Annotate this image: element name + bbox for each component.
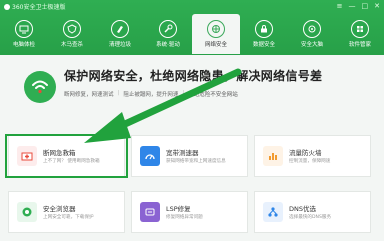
- main-nav: 电脑体检 木马查杀 清理垃圾 系统·驱动 网络安全 数据安全 安全大脑 软件管家: [0, 14, 384, 54]
- card-title: 宽带测速器: [166, 149, 199, 157]
- nav-item-security-brain[interactable]: 安全大脑: [288, 14, 336, 54]
- nav-item-data-security[interactable]: 数据安全: [240, 14, 288, 54]
- nav-label: 系统·驱动: [156, 42, 180, 48]
- hero-tag: 杜绝危险不安全网站: [188, 92, 238, 98]
- minimize-icon[interactable]: —: [349, 2, 356, 10]
- card-bandwidth-test[interactable]: 宽带测速器 获知网络带宽和上网速度信息: [131, 135, 248, 177]
- window-controls: ≡ — □ ✕: [337, 2, 380, 10]
- page-title: 保护网络安全，杜绝网络隐患，解决网络信号差: [64, 69, 323, 83]
- card-title: LSP修复: [166, 205, 191, 213]
- hero-tag: 断网修复，网速测试: [64, 92, 114, 98]
- card-title: 流量防火墙: [289, 149, 322, 157]
- speedometer-icon: [140, 146, 160, 166]
- nav-label: 电脑体检: [12, 42, 35, 48]
- card-secure-browser[interactable]: 安全浏览器 上网安全可靠，下载保护: [8, 191, 125, 233]
- menu-icon[interactable]: ≡: [337, 2, 343, 10]
- card-desc: 修复网络异常问题: [166, 215, 203, 220]
- nav-label: 木马查杀: [60, 42, 83, 48]
- shield-icon: [63, 20, 81, 38]
- browser-icon: [17, 202, 37, 222]
- card-desc: 获知网络带宽和上网速度信息: [166, 159, 226, 164]
- card-desc: 选择最快的DNS服务: [289, 215, 332, 220]
- network-icon: [207, 20, 225, 38]
- chart-icon: [263, 146, 283, 166]
- hero-tags: 断网修复，网速测试 | 阻止被蹭网，提升网速 | 杜绝危险不安全网站: [64, 90, 238, 98]
- card-title: DNS优选: [289, 205, 316, 213]
- divider: |: [117, 90, 120, 96]
- monitor-check-icon: [15, 20, 33, 38]
- nav-label: 软件管家: [348, 42, 371, 48]
- top-header: 360安全卫士极速版 ≡ — □ ✕ 电脑体检 木马查杀 清理垃圾 系统·驱动 …: [0, 0, 384, 55]
- grid-apps-icon: [351, 20, 369, 38]
- app-title: 360安全卫士极速版: [4, 2, 65, 11]
- nav-label: 安全大脑: [300, 42, 323, 48]
- app-logo-icon: [4, 3, 10, 10]
- wrench-icon: [159, 20, 177, 38]
- card-desc: 控制流量，保障网速: [289, 159, 331, 164]
- nav-label: 数据安全: [252, 42, 275, 48]
- card-dns-optimize[interactable]: DNS优选 选择最快的DNS服务: [254, 191, 371, 233]
- nav-label: 网络安全: [204, 42, 227, 48]
- card-desc: 上网安全可靠，下载保护: [43, 215, 94, 220]
- wifi-icon: [24, 71, 56, 103]
- card-traffic-firewall[interactable]: 流量防火墙 控制流量，保障网速: [254, 135, 371, 177]
- data-lock-icon: [255, 20, 273, 38]
- nav-item-cleanup[interactable]: 清理垃圾: [96, 14, 144, 54]
- dns-icon: [263, 202, 283, 222]
- close-icon[interactable]: ✕: [374, 2, 380, 10]
- repair-icon: [140, 202, 160, 222]
- hero-tag: 阻止被蹭网，提升网速: [123, 92, 179, 98]
- hero-banner: 保护网络安全，杜绝网络隐患，解决网络信号差 断网修复，网速测试 | 阻止被蹭网，…: [12, 59, 372, 119]
- maximize-icon[interactable]: □: [362, 2, 369, 10]
- card-lsp-repair[interactable]: LSP修复 修复网络异常问题: [131, 191, 248, 233]
- nav-item-network-security[interactable]: 网络安全: [192, 14, 240, 54]
- highlight-box: [5, 134, 128, 178]
- card-title: 安全浏览器: [43, 205, 76, 213]
- nav-item-pc-checkup[interactable]: 电脑体检: [0, 14, 48, 54]
- nav-label: 清理垃圾: [108, 42, 131, 48]
- nav-item-software-manager[interactable]: 软件管家: [336, 14, 384, 54]
- app-title-text: 360安全卫士极速版: [12, 4, 66, 11]
- brain-icon: [303, 20, 321, 38]
- nav-item-system-driver[interactable]: 系统·驱动: [144, 14, 192, 54]
- broom-icon: [111, 20, 129, 38]
- nav-item-trojan[interactable]: 木马查杀: [48, 14, 96, 54]
- divider: |: [182, 90, 185, 96]
